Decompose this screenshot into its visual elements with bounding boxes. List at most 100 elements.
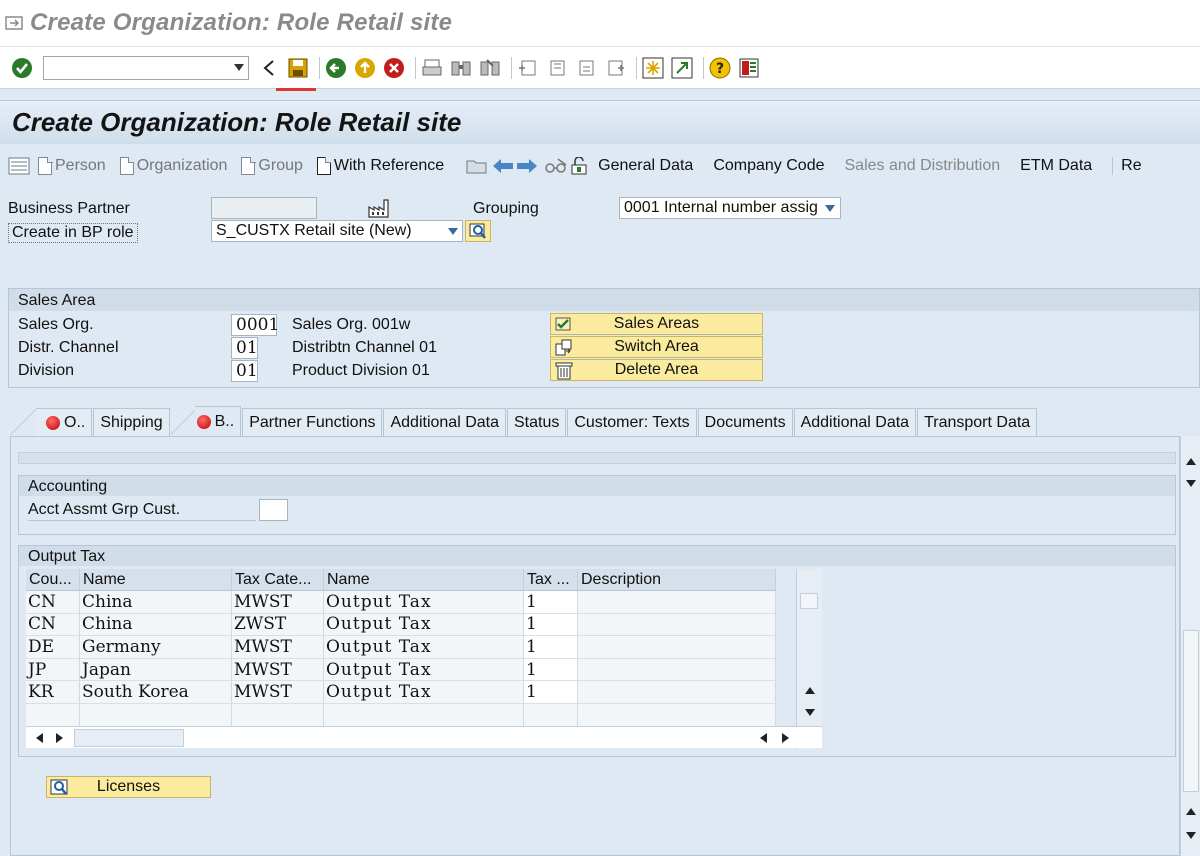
page-scroll-down-icon[interactable]: [1186, 832, 1196, 839]
scroll-right-icon[interactable]: [782, 733, 789, 743]
next-arrow-icon[interactable]: [516, 158, 538, 174]
factory-icon[interactable]: [368, 198, 392, 218]
cell-country: DE: [26, 636, 80, 658]
enter-icon[interactable]: [10, 56, 34, 80]
table-vertical-scrollbar[interactable]: [796, 569, 822, 749]
horizontal-scroll-thumb[interactable]: [74, 729, 184, 747]
back-arrow-icon[interactable]: [257, 56, 281, 80]
organization-button[interactable]: Organization: [119, 156, 227, 175]
etm-data-button[interactable]: ETM Data: [1020, 157, 1092, 175]
cell-tax-class-input[interactable]: 1: [524, 591, 578, 613]
open-folder-icon[interactable]: [466, 157, 488, 175]
tab-shipping[interactable]: Shipping: [93, 408, 170, 436]
scroll-thumb[interactable]: [800, 593, 818, 609]
scroll-left-icon[interactable]: [36, 733, 43, 743]
general-data-button[interactable]: General Data: [598, 157, 693, 175]
next-page-icon[interactable]: [574, 56, 598, 80]
previous-arrow-icon[interactable]: [492, 158, 514, 174]
more-toolbar-button[interactable]: Re: [1112, 157, 1142, 175]
print-icon[interactable]: [420, 56, 444, 80]
command-field[interactable]: [43, 55, 249, 80]
cell-tax-class-input[interactable]: 1: [524, 613, 578, 636]
back-icon[interactable]: [324, 56, 348, 80]
previous-page-icon[interactable]: [545, 56, 569, 80]
scroll-left-icon[interactable]: [760, 733, 767, 743]
accounting-title: Accounting: [28, 478, 108, 495]
toolbar-separator: [415, 56, 416, 79]
grouping-dropdown[interactable]: 0001 Internal number assig: [619, 197, 841, 219]
create-session-icon[interactable]: [641, 56, 665, 80]
business-partner-label: Business Partner: [8, 200, 130, 217]
group-button[interactable]: Group: [241, 156, 303, 175]
table-row: CN China ZWST Output Tax 1: [26, 613, 776, 637]
sales-distribution-button[interactable]: Sales and Distribution: [845, 157, 1001, 175]
page-scroll-down-icon[interactable]: [1186, 480, 1196, 487]
scroll-down-icon[interactable]: [805, 709, 815, 716]
find-icon[interactable]: [449, 56, 473, 80]
bp-role-search-icon[interactable]: [465, 220, 491, 242]
page-scroll-up-icon[interactable]: [1186, 458, 1196, 465]
tab-partner-functions[interactable]: Partner Functions: [242, 408, 383, 436]
column-header-category-name[interactable]: Name: [324, 569, 524, 590]
cell-tax-class-input[interactable]: 1: [524, 636, 578, 658]
switch-area-button[interactable]: Switch Area: [550, 336, 763, 358]
column-header-country[interactable]: Cou...: [26, 569, 80, 590]
tab-o[interactable]: O..: [36, 408, 93, 436]
tab-b[interactable]: B..: [194, 406, 242, 436]
exit-icon[interactable]: [353, 56, 377, 80]
page-vertical-scrollbar[interactable]: [1180, 436, 1200, 856]
with-reference-button[interactable]: With Reference: [316, 156, 444, 175]
accounting-header: [19, 476, 1175, 496]
first-page-icon[interactable]: [516, 56, 540, 80]
licenses-label: Licenses: [96, 778, 161, 795]
tab-customer-texts[interactable]: Customer: Texts: [567, 408, 697, 436]
column-header-name[interactable]: Name: [80, 569, 232, 590]
error-icon: [196, 414, 211, 429]
division-field[interactable]: 01: [231, 360, 258, 382]
tab-additional-data-2[interactable]: Additional Data: [793, 408, 917, 436]
acct-assmt-field[interactable]: [259, 499, 288, 521]
company-code-button[interactable]: Company Code: [713, 157, 824, 175]
page-scroll-thumb[interactable]: [1183, 630, 1199, 792]
column-header-tax-category[interactable]: Tax Cate...: [232, 569, 324, 590]
bp-role-dropdown[interactable]: S_CUSTX Retail site (New): [211, 220, 463, 242]
delete-area-button[interactable]: Delete Area: [550, 359, 763, 381]
cell-empty: [524, 703, 578, 726]
tab-documents[interactable]: Documents: [697, 408, 793, 436]
tab-additional-data[interactable]: Additional Data: [383, 408, 506, 436]
switch-area-label: Switch Area: [614, 338, 699, 355]
help-icon[interactable]: ?: [708, 56, 732, 80]
sales-org-field[interactable]: 0001: [231, 314, 280, 336]
save-icon[interactable]: [286, 56, 310, 80]
scroll-right-icon[interactable]: [56, 733, 63, 743]
cell-tax-class-input[interactable]: 1: [524, 681, 578, 703]
table-row: CN China MWST Output Tax 1: [26, 591, 776, 614]
tab-transport-data[interactable]: Transport Data: [917, 408, 1038, 436]
tab-status[interactable]: Status: [506, 408, 567, 436]
display-change-icon[interactable]: [570, 157, 590, 175]
find-next-icon[interactable]: [478, 56, 502, 80]
cell-tax-class-input[interactable]: 1: [524, 658, 578, 681]
column-header-tax-class[interactable]: Tax ...: [524, 569, 578, 590]
person-button[interactable]: Person: [38, 156, 106, 175]
column-header-description[interactable]: Description: [578, 569, 776, 590]
edit-glasses-icon[interactable]: [544, 157, 568, 175]
error-icon: [46, 415, 60, 430]
cancel-icon[interactable]: [382, 56, 406, 80]
licenses-button[interactable]: Licenses: [46, 776, 211, 798]
cell-country-name: China: [80, 591, 232, 613]
window-menu-icon[interactable]: [4, 13, 24, 33]
command-dropdown-icon[interactable]: [234, 64, 244, 71]
shortcut-icon[interactable]: [670, 56, 694, 80]
last-page-icon[interactable]: [603, 56, 627, 80]
business-partner-field[interactable]: [211, 197, 317, 219]
scroll-up-icon[interactable]: [805, 687, 815, 694]
customize-layout-icon[interactable]: [737, 56, 761, 80]
sales-org-value: 0001: [236, 315, 280, 335]
table-horizontal-scrollbar[interactable]: [26, 726, 822, 748]
list-view-icon[interactable]: [8, 157, 30, 175]
toolbar-separator: [319, 56, 320, 79]
page-scroll-up-icon[interactable]: [1186, 808, 1196, 815]
sales-areas-button[interactable]: Sales Areas: [550, 313, 763, 335]
distr-channel-field[interactable]: 01: [231, 337, 258, 359]
